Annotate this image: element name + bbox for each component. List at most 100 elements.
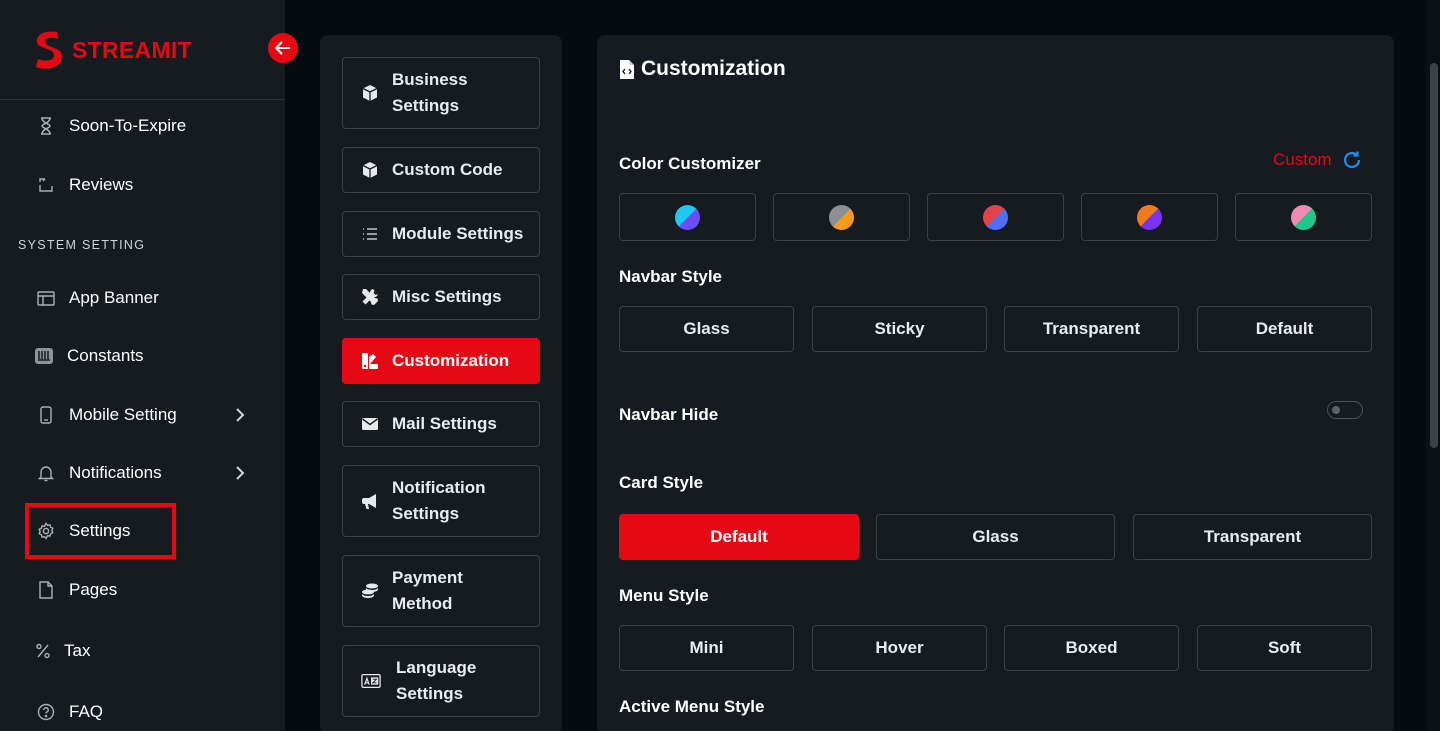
streamit-logo-icon [36,31,62,69]
menu-payment-method[interactable]: Payment Method [342,555,540,627]
color-swatch-dot [823,199,860,235]
settings-menu-panel: Business Settings Custom Code Module Sett… [320,35,562,731]
gear-icon [36,521,56,541]
menu-label: Mail Settings [392,414,497,433]
sidebar-item-pages[interactable]: Pages [0,568,285,612]
coins-icon [360,581,380,601]
sidebar-item-notifications[interactable]: Notifications [0,451,285,495]
refresh-icon [1343,151,1360,169]
color-swatch-dot [1285,199,1322,235]
sidebar-item-reviews[interactable]: Reviews [0,163,285,207]
menu-custom-code[interactable]: Custom Code [342,147,540,193]
sidebar-item-app-banner[interactable]: App Banner [0,276,285,320]
menu-mail-settings[interactable]: Mail Settings [342,401,540,447]
navbar-style-label: Navbar Style [619,267,722,286]
sidebar-item-label: Pages [69,580,118,599]
menu-business-settings[interactable]: Business Settings [342,57,540,129]
color-swatch-4[interactable] [1081,193,1218,241]
question-icon [36,702,56,722]
color-swatch-2[interactable] [773,193,910,241]
color-swatch-3[interactable] [927,193,1064,241]
brand-logo[interactable]: STREAMIT [32,28,192,72]
banner-icon [36,288,56,308]
sidebar-item-label: Soon-To-Expire [69,116,187,135]
chevron-right-icon [232,465,248,481]
menu-label: Customization [392,351,510,370]
percent-icon [33,641,53,661]
menu-style-boxed[interactable]: Boxed [1004,625,1179,671]
customization-panel: Customization Color Customizer Custom Na… [597,35,1394,731]
section-title-system-setting: SYSTEM SETTING [18,238,146,252]
menu-label: Module Settings [392,224,524,243]
custom-reset-button[interactable]: Custom [1273,150,1362,170]
sidebar-item-label: Tax [64,641,91,660]
menu-style-label: Menu Style [619,586,709,605]
sidebar-collapse-button[interactable] [268,33,298,63]
review-icon [36,175,56,195]
color-swatch-1[interactable] [619,193,756,241]
menu-customization[interactable]: Customization [342,338,540,384]
menu-label: Misc Settings [392,287,502,306]
menu-style-soft[interactable]: Soft [1197,625,1372,671]
custom-label: Custom [1273,150,1332,169]
keyboard-icon [34,346,54,366]
menu-style-mini[interactable]: Mini [619,625,794,671]
color-swatch-dot [669,199,706,235]
scrollbar-thumb[interactable] [1430,63,1438,448]
sidebar-item-mobile-setting[interactable]: Mobile Setting [0,393,285,437]
sidebar-item-soon-to-expire[interactable]: Soon-To-Expire [0,104,285,148]
bell-icon [36,463,56,483]
menu-misc-settings[interactable]: Misc Settings [342,274,540,320]
navbar-style-default[interactable]: Default [1197,306,1372,352]
color-swatch-5[interactable] [1235,193,1372,241]
menu-style-hover[interactable]: Hover [812,625,987,671]
cube-icon [360,83,380,103]
sidebar-item-label: Notifications [69,463,162,482]
navbar-hide-toggle[interactable] [1327,401,1363,419]
toggle-knob [1332,406,1340,414]
navbar-style-transparent[interactable]: Transparent [1004,306,1179,352]
color-customizer-label: Color Customizer [619,154,761,173]
megaphone-icon [360,491,380,511]
sidebar-item-label: Constants [67,346,144,365]
menu-label: Notification Settings [392,478,486,523]
hourglass-icon [36,116,56,136]
card-style-transparent[interactable]: Transparent [1133,514,1372,560]
card-style-default[interactable]: Default [619,514,859,560]
sidebar-item-label: Mobile Setting [69,405,177,424]
menu-language-settings[interactable]: Language Settings [342,645,540,717]
language-icon [361,671,381,691]
arrow-left-icon [275,41,290,55]
mobile-icon [36,405,56,425]
navbar-hide-label: Navbar Hide [619,405,719,424]
menu-module-settings[interactable]: Module Settings [342,211,540,257]
sidebar-item-label: Settings [69,521,131,540]
card-style-label: Card Style [619,473,704,492]
sidebar-item-faq[interactable]: FAQ [0,690,285,731]
palette-icon [360,351,380,371]
sidebar-item-label: App Banner [69,288,159,307]
code-file-icon [620,59,634,79]
cube-icon [360,160,380,180]
color-swatch-dot [1131,199,1168,235]
sidebar-item-label: Reviews [69,175,134,194]
card-style-glass[interactable]: Glass [876,514,1115,560]
color-swatch-dot [977,199,1014,235]
page-icon [36,580,56,600]
navbar-style-sticky[interactable]: Sticky [812,306,987,352]
sidebar-item-settings[interactable]: Settings [0,509,285,553]
tools-icon [360,287,380,307]
active-menu-style-label: Active Menu Style [619,697,765,716]
list-icon [360,224,380,244]
sidebar-item-tax[interactable]: Tax [0,629,285,673]
sidebar: STREAMIT Soon-To-Expire Reviews SYSTEM S… [0,0,285,731]
menu-label: Custom Code [392,160,503,179]
navbar-style-glass[interactable]: Glass [619,306,794,352]
sidebar-divider [0,99,285,100]
menu-notification-settings[interactable]: Notification Settings [342,465,540,537]
brand-name: STREAMIT [72,36,192,63]
menu-label: Payment Method [392,568,463,613]
sidebar-item-constants[interactable]: Constants [0,334,285,378]
menu-label: Language Settings [396,658,477,703]
menu-label: Business Settings [392,70,468,115]
